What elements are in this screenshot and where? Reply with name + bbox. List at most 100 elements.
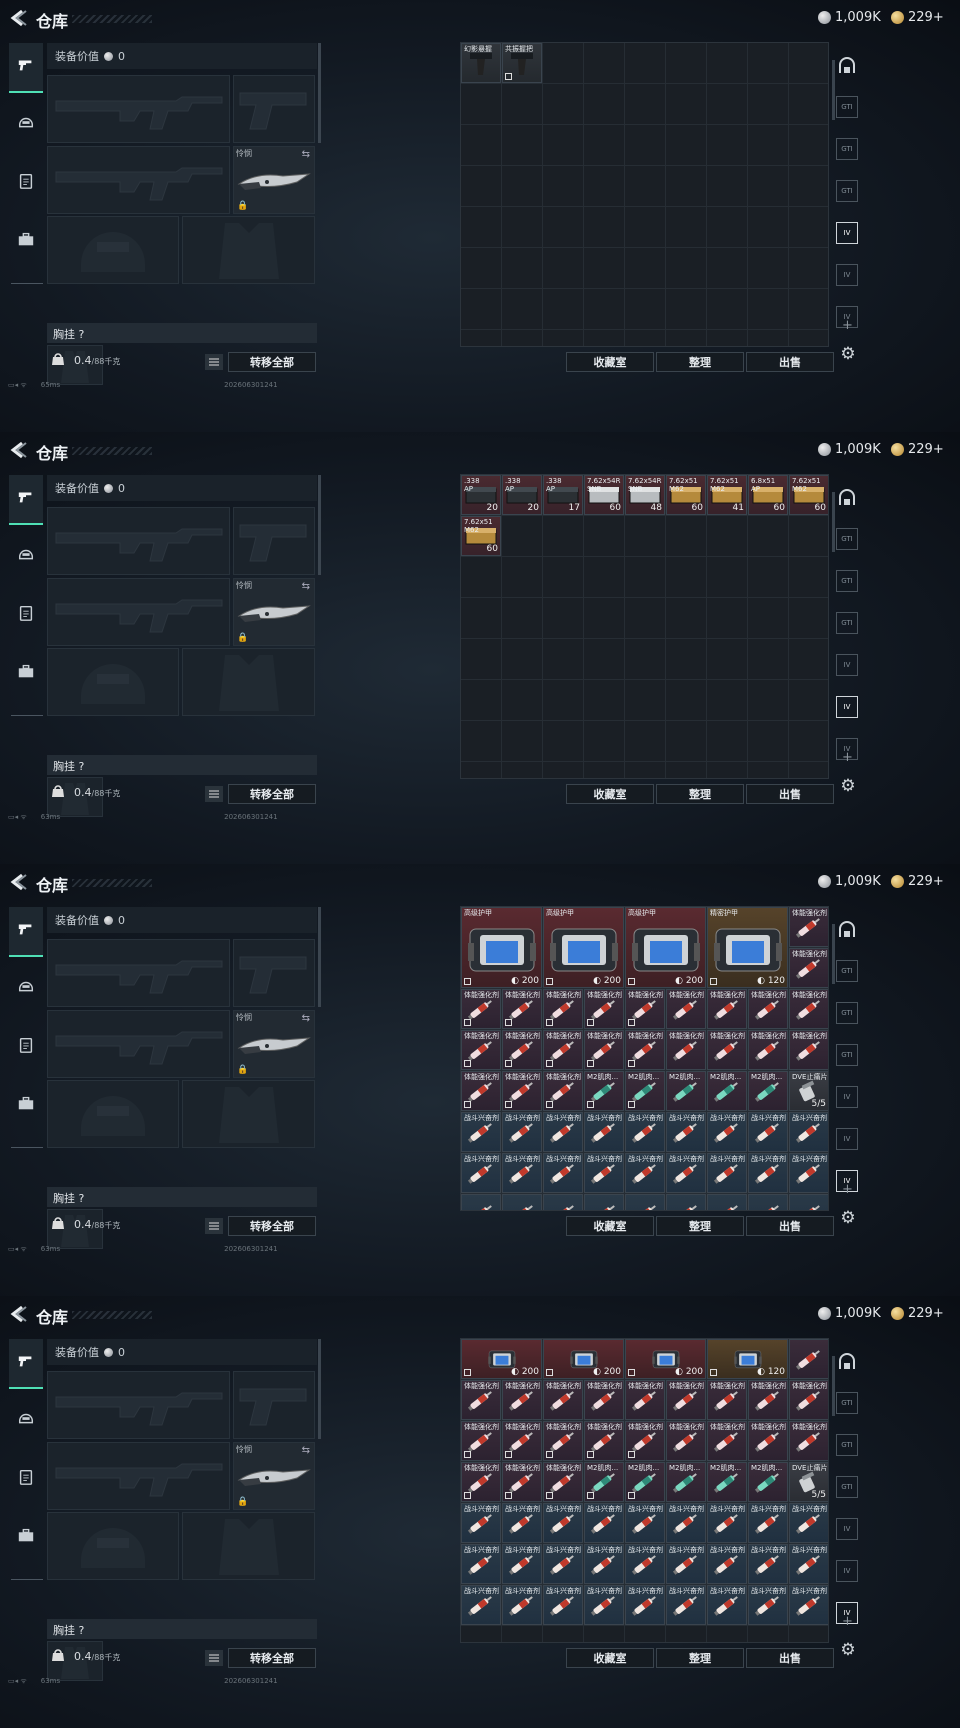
stash-item[interactable]: M2肌肉... [625, 1071, 665, 1111]
stash-item[interactable]: 战斗兴奋剂 [748, 1503, 788, 1543]
stash-cell[interactable] [748, 1626, 789, 1642]
melee-slot[interactable]: 怜悯 ⇆ 🔒 [233, 1442, 315, 1510]
stash-cell[interactable] [707, 248, 748, 289]
armor-slot[interactable] [182, 216, 315, 284]
stash-cell[interactable] [625, 516, 666, 557]
stash-item[interactable]: 战斗兴奋剂 [625, 1585, 665, 1625]
stash-cell[interactable] [748, 289, 789, 330]
stash-cell[interactable] [789, 84, 828, 125]
equipment-scrollbar[interactable] [318, 475, 321, 575]
stash-cell[interactable] [502, 166, 543, 207]
stash-cell[interactable] [789, 289, 828, 330]
stash-cell[interactable] [625, 166, 666, 207]
armor-slot[interactable] [182, 1080, 315, 1148]
stash-cell[interactable] [461, 125, 502, 166]
sort-button[interactable]: 整理 [656, 352, 744, 372]
add-stash-tab-button[interactable]: + [842, 318, 853, 333]
stash-item[interactable]: 战斗兴奋剂 [584, 1585, 624, 1625]
stash-item[interactable]: 战斗兴奋剂 [543, 1112, 583, 1152]
collection-room-button[interactable]: 收藏室 [566, 1648, 654, 1668]
stash-cell[interactable] [543, 43, 584, 84]
stash-home-tab[interactable] [836, 919, 858, 941]
stash-cell[interactable] [625, 721, 666, 762]
melee-slot[interactable]: 怜悯 ⇆ 🔒 [233, 1010, 315, 1078]
stash-cell[interactable] [584, 1626, 625, 1642]
stash-item[interactable]: 体能强化剂 [461, 1421, 501, 1461]
armor-tab[interactable] [9, 964, 43, 1014]
sell-button[interactable]: 出售 [746, 352, 834, 372]
stash-cell[interactable] [461, 639, 502, 680]
stash-cell[interactable] [748, 125, 789, 166]
stash-cell[interactable] [707, 598, 748, 639]
stash-cell[interactable] [748, 680, 789, 721]
swap-icon[interactable]: ⇆ [302, 581, 310, 592]
stash-cell[interactable] [666, 680, 707, 721]
stash-item[interactable]: 战斗兴奋剂 [707, 1112, 747, 1152]
stash-item[interactable]: 战斗兴奋剂 [789, 1153, 828, 1193]
stash-cell[interactable] [584, 43, 625, 84]
stash-item[interactable]: 体能强化剂 [707, 1030, 747, 1070]
gold-currency[interactable]: 229+ [891, 442, 944, 457]
armor-slot[interactable] [182, 1512, 315, 1580]
stash-cell[interactable] [584, 598, 625, 639]
stash-tab-5[interactable]: IV [836, 264, 858, 286]
stash-item[interactable]: 体能强化剂 [461, 1462, 501, 1502]
stash-cell[interactable] [502, 680, 543, 721]
stash-cell[interactable] [543, 330, 584, 346]
stash-cell[interactable] [625, 84, 666, 125]
stash-cell[interactable] [461, 680, 502, 721]
stash-item[interactable]: 战斗兴奋剂 [666, 1544, 706, 1584]
stash-item[interactable]: 体能强化剂 [789, 989, 828, 1029]
stash-item[interactable] [584, 1194, 624, 1210]
stash-home-tab[interactable] [836, 55, 858, 77]
stash-cell[interactable] [543, 1626, 584, 1642]
stash-cell[interactable] [502, 516, 543, 557]
stash-cell[interactable] [625, 248, 666, 289]
stash-cell[interactable] [789, 557, 828, 598]
stash-cell[interactable] [543, 639, 584, 680]
consumables-tab[interactable] [9, 1454, 43, 1504]
stash-cell[interactable] [584, 639, 625, 680]
stash-item[interactable]: 精密护甲 ◐ 120 [707, 907, 788, 988]
collection-room-button[interactable]: 收藏室 [566, 1216, 654, 1236]
stash-item[interactable]: M2肌肉... [584, 1071, 624, 1111]
stash-item[interactable]: 战斗兴奋剂 [789, 1112, 828, 1152]
primary-weapon-slot[interactable] [47, 939, 230, 1007]
stash-tab-3[interactable]: GTI [836, 180, 858, 202]
stash-cell[interactable] [543, 516, 584, 557]
primary-weapon-slot[interactable] [47, 1371, 230, 1439]
secondary-weapon-slot[interactable] [47, 1442, 230, 1510]
transfer-all-button[interactable]: 转移全部 [228, 352, 316, 372]
sort-button[interactable]: 整理 [656, 784, 744, 804]
sell-button[interactable]: 出售 [746, 784, 834, 804]
stash-cell[interactable] [748, 84, 789, 125]
stash-item[interactable]: 体能强化剂 [461, 1071, 501, 1111]
stash-cell[interactable] [666, 721, 707, 762]
stash-item[interactable]: ◐ 120 [707, 1339, 788, 1379]
stash-cell[interactable] [584, 516, 625, 557]
stash-cell[interactable] [789, 598, 828, 639]
helmet-slot[interactable] [47, 1512, 179, 1580]
stash-item[interactable]: 体能强化剂 [789, 948, 828, 988]
stash-cell[interactable] [502, 248, 543, 289]
stash-item[interactable]: ◐ 200 [625, 1339, 706, 1379]
stash-cell[interactable] [625, 289, 666, 330]
stash-cell[interactable] [461, 166, 502, 207]
helmet-slot[interactable] [47, 648, 179, 716]
stash-item[interactable]: 战斗兴奋剂 [584, 1153, 624, 1193]
stash-cell[interactable] [707, 125, 748, 166]
sort-button[interactable]: 整理 [656, 1216, 744, 1236]
sell-button[interactable]: 出售 [746, 1216, 834, 1236]
stash-item[interactable]: M2肌肉... [748, 1071, 788, 1111]
list-view-button[interactable] [205, 354, 223, 370]
stash-cell[interactable] [707, 557, 748, 598]
stash-item[interactable]: M2肌肉... [584, 1462, 624, 1502]
stash-item[interactable] [666, 1194, 706, 1210]
stash-item[interactable]: 高级护甲 ◐ 200 [461, 907, 542, 988]
stash-item[interactable]: DVE止痛片 5/5 [789, 1462, 828, 1502]
stash-cell[interactable] [584, 557, 625, 598]
stash-item[interactable]: M2肌肉... [666, 1462, 706, 1502]
stash-cell[interactable] [502, 762, 543, 778]
stash-cell[interactable] [707, 43, 748, 84]
stash-item[interactable]: 战斗兴奋剂 [666, 1153, 706, 1193]
